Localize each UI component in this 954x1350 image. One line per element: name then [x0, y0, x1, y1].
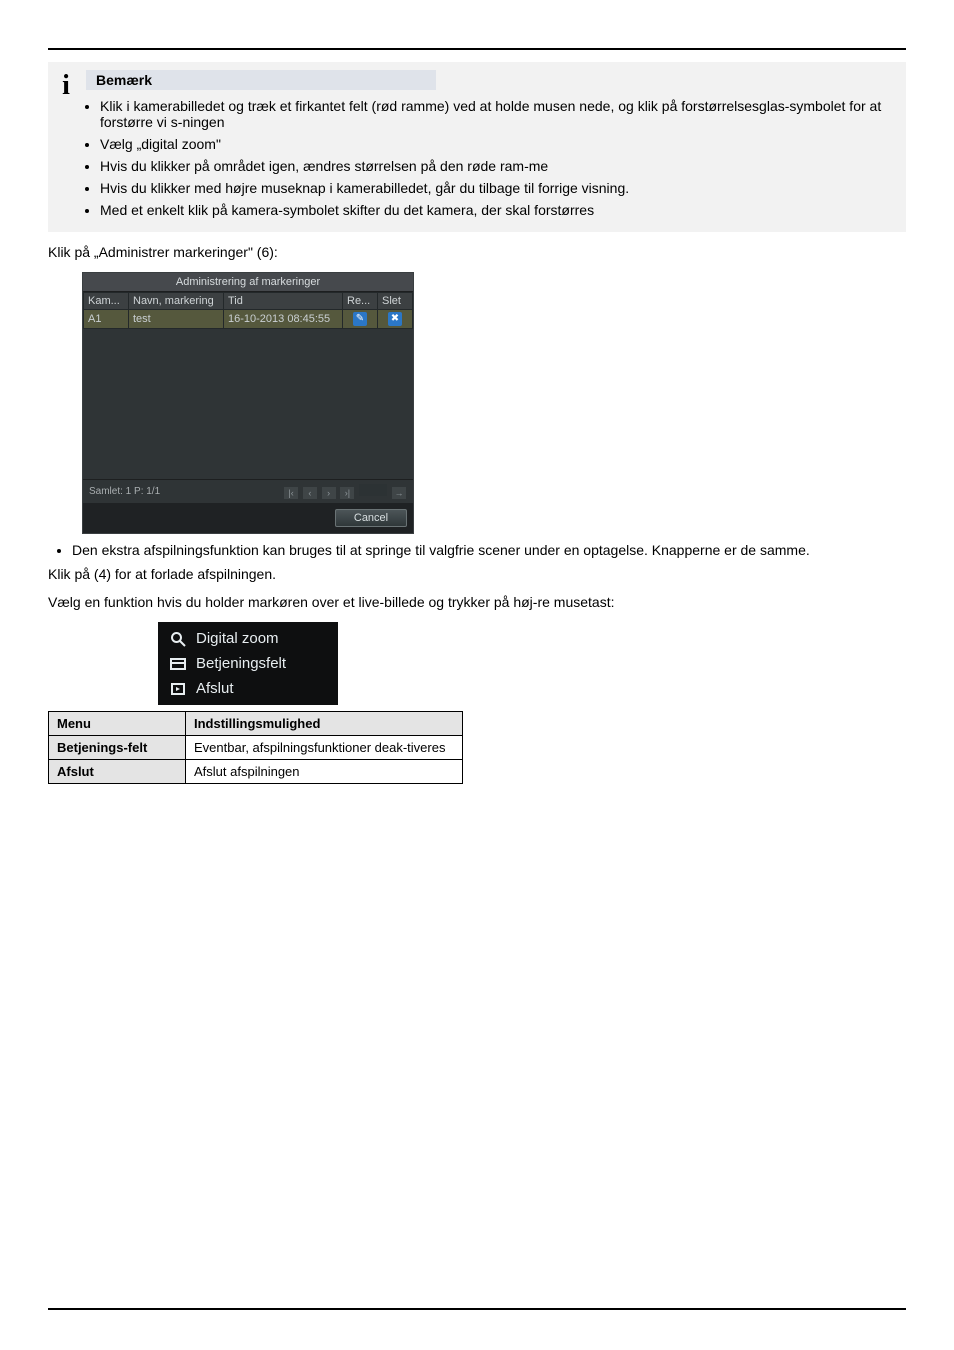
note-block: i Bemærk Klik i kamerabilledet og træk e…: [48, 62, 906, 232]
status-text: Samlet: 1 P: 1/1: [89, 486, 160, 497]
delete-icon[interactable]: ✖: [388, 312, 402, 326]
paragraph: Klik på (4) for at forlade afspilningen.: [48, 566, 906, 582]
cell-val: Eventbar, afspilningsfunktioner deak-tiv…: [186, 736, 463, 760]
note-item: Hvis du klikker med højre museknap i kam…: [100, 180, 898, 196]
table-row: Afslut Afslut afspilningen: [49, 760, 463, 784]
pager-next-icon[interactable]: ›: [322, 487, 336, 499]
manage-markers-dialog: Administrering af markeringer Kam... Nav…: [82, 272, 414, 534]
dialog-title: Administrering af markeringer: [83, 273, 413, 292]
pager-last-icon[interactable]: ›|: [340, 487, 354, 499]
dialog-status-bar: Samlet: 1 P: 1/1 |‹ ‹ › ›| →: [83, 479, 413, 503]
note-title: Bemærk: [86, 70, 436, 90]
paragraph: Vælg en funktion hvis du holder markøren…: [48, 594, 906, 610]
context-menu: Digital zoom Betjeningsfelt Afslut: [158, 622, 338, 705]
pager-prev-icon[interactable]: ‹: [303, 487, 317, 499]
pager-go-icon[interactable]: →: [392, 487, 406, 499]
cell-name: test: [129, 310, 224, 329]
description-table: Menu Indstillingsmulighed Betjenings-fel…: [48, 711, 463, 784]
note-item: Klik i kamerabilledet og træk et firkant…: [100, 98, 898, 130]
col-name: Navn, markering: [129, 293, 224, 310]
pager-input[interactable]: [359, 484, 387, 496]
cancel-button[interactable]: Cancel: [335, 509, 407, 527]
table-row: Betjenings-felt Eventbar, afspilningsfun…: [49, 736, 463, 760]
col-edit: Re...: [343, 293, 378, 310]
bottom-rule: [48, 1308, 906, 1310]
note-item: Hvis du klikker på området igen, ændres …: [100, 158, 898, 174]
markers-table: Kam... Navn, markering Tid Re... Slet A1…: [83, 292, 413, 329]
cell-val: Afslut afspilningen: [186, 760, 463, 784]
table-row[interactable]: A1 test 16-10-2013 08:45:55 ✎ ✖: [84, 310, 413, 329]
ctx-label: Digital zoom: [196, 630, 279, 647]
info-icon: i: [48, 62, 84, 232]
col-option: Indstillingsmulighed: [186, 712, 463, 736]
paragraph: Den ekstra afspilningsfunktion kan bruge…: [72, 542, 906, 558]
ctx-label: Betjeningsfelt: [196, 655, 286, 672]
pager: |‹ ‹ › ›| →: [283, 484, 407, 499]
cell-time: 16-10-2013 08:45:55: [224, 310, 343, 329]
note-item: Med et enkelt klik på kamera-symbolet sk…: [100, 202, 898, 218]
cell-key: Afslut: [49, 760, 186, 784]
col-time: Tid: [224, 293, 343, 310]
edit-icon[interactable]: ✎: [353, 312, 367, 326]
magnifier-icon: [170, 631, 186, 647]
paragraph: Klik på „Administrer markeringer" (6):: [48, 244, 906, 260]
ctx-item-control-panel[interactable]: Betjeningsfelt: [158, 651, 338, 676]
top-rule: [48, 48, 906, 50]
pager-first-icon[interactable]: |‹: [284, 487, 298, 499]
note-item: Vælg „digital zoom": [100, 136, 898, 152]
ctx-item-exit[interactable]: Afslut: [158, 676, 338, 701]
ctx-item-digital-zoom[interactable]: Digital zoom: [158, 626, 338, 651]
cell-camera: A1: [84, 310, 129, 329]
dialog-empty-area: [83, 329, 413, 479]
col-delete: Slet: [378, 293, 413, 310]
col-camera: Kam...: [84, 293, 129, 310]
cell-key: Betjenings-felt: [49, 736, 186, 760]
ctx-label: Afslut: [196, 680, 234, 697]
panel-icon: [170, 656, 186, 672]
exit-icon: [170, 681, 186, 697]
col-menu: Menu: [49, 712, 186, 736]
